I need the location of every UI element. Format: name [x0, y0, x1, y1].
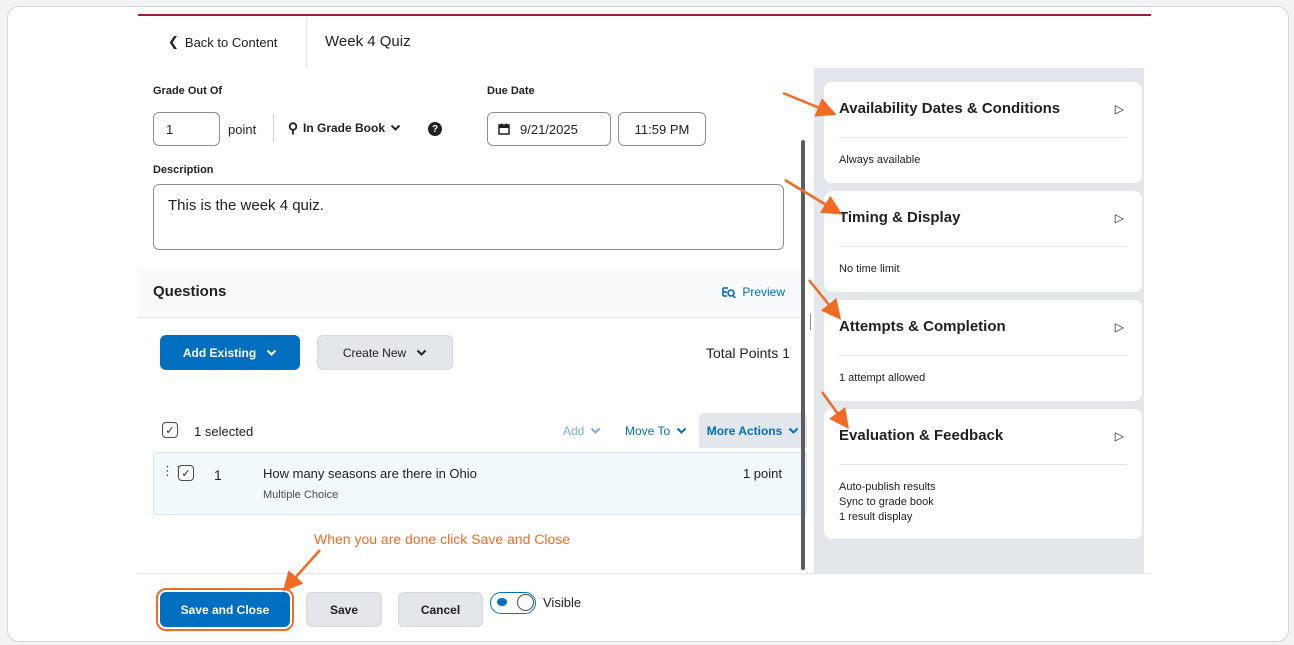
add-action[interactable]: Add [563, 424, 601, 438]
chevron-down-icon [266, 349, 277, 356]
select-all-checkbox[interactable]: ✓ [162, 422, 178, 438]
selected-count: 1 selected [194, 424, 254, 439]
section-divider [138, 317, 800, 318]
preview-label: Preview [742, 285, 785, 299]
save-and-close-label: Save and Close [180, 602, 270, 617]
help-icon[interactable]: ? [428, 122, 442, 136]
add-existing-label: Add Existing [182, 345, 257, 360]
card-summary: Always available [839, 153, 920, 168]
card-summary: No time limit [839, 262, 900, 277]
due-date-label: Due Date [487, 85, 535, 97]
card-summary-line: Sync to grade book [839, 496, 934, 508]
questions-title: Questions [153, 283, 227, 300]
preview-link[interactable]: Preview [722, 285, 785, 299]
card-summary-line: Auto-publish results [839, 481, 936, 493]
expand-arrow-icon[interactable]: ▷ [1115, 102, 1124, 116]
pin-icon [288, 121, 298, 134]
description-label: Description [153, 164, 214, 176]
card-summary: Auto-publish results Sync to grade book … [839, 480, 936, 525]
header: ❮ Back to Content Week 4 Quiz [138, 16, 1151, 68]
chevron-down-icon [390, 124, 401, 131]
annotation-text: When you are done click Save and Close [314, 531, 571, 547]
scrollbar-thumb[interactable] [801, 140, 805, 570]
question-number: 1 [214, 467, 222, 483]
description-textarea[interactable]: This is the week 4 quiz. [153, 184, 784, 250]
availability-card[interactable]: Availability Dates & Conditions ▷ Always… [824, 82, 1142, 183]
gradebook-dropdown[interactable]: In Grade Book [288, 121, 401, 135]
move-to-action[interactable]: Move To [625, 424, 687, 438]
chevron-down-icon [676, 427, 687, 434]
card-divider [839, 246, 1127, 247]
attempts-card[interactable]: Attempts & Completion ▷ 1 attempt allowe… [824, 300, 1142, 401]
card-summary-line: 1 result display [839, 511, 913, 523]
expand-arrow-icon[interactable]: ▷ [1115, 429, 1124, 443]
quiz-editor-main: Grade Out Of 1 point In Grade Book ? Due… [138, 68, 807, 573]
chevron-left-icon: ❮ [168, 34, 179, 49]
card-title: Availability Dates & Conditions [839, 100, 1061, 117]
visible-label: Visible [543, 595, 582, 610]
chevron-down-icon [591, 427, 601, 434]
gradebook-label: In Grade Book [303, 121, 386, 135]
question-type: Multiple Choice [263, 489, 339, 501]
calendar-icon [498, 123, 510, 135]
create-new-button[interactable]: Create New [317, 335, 453, 370]
eye-icon [497, 598, 507, 606]
card-title: Attempts & Completion [839, 318, 1006, 335]
expand-arrow-icon[interactable]: ▷ [1115, 211, 1124, 225]
card-summary-line: Always available [839, 154, 921, 166]
move-to-label: Move To [625, 424, 671, 438]
timing-card[interactable]: Timing & Display ▷ No time limit [824, 191, 1142, 292]
expand-arrow-icon[interactable]: ▷ [1115, 320, 1124, 334]
grade-input[interactable]: 1 [153, 112, 220, 146]
total-points: Total Points 1 [705, 345, 790, 361]
save-and-close-button[interactable]: Save and Close [156, 588, 294, 631]
footer-divider [138, 573, 1151, 574]
question-points: 1 point [742, 466, 782, 481]
card-divider [839, 464, 1127, 465]
question-checkbox[interactable]: ✓ [178, 465, 194, 481]
due-date-input[interactable]: 9/21/2025 [487, 112, 611, 146]
chevron-down-icon [789, 427, 799, 434]
evaluation-card[interactable]: Evaluation & Feedback ▷ Auto-publish res… [824, 409, 1142, 539]
back-to-content-link[interactable]: ❮ Back to Content [168, 34, 277, 50]
card-divider [839, 355, 1127, 356]
card-summary-line: No time limit [839, 263, 900, 275]
create-new-label: Create New [342, 345, 407, 360]
more-actions-label: More Actions [706, 423, 783, 438]
cancel-label: Cancel [420, 602, 461, 617]
card-divider [839, 137, 1127, 138]
add-existing-button[interactable]: Add Existing [160, 335, 300, 370]
question-row[interactable]: ⋮⋮ ✓ 1 How many seasons are there in Ohi… [153, 452, 807, 515]
card-summary: 1 attempt allowed [839, 371, 925, 386]
grade-separator [273, 114, 274, 142]
add-action-label: Add [563, 424, 585, 438]
question-text[interactable]: How many seasons are there in Ohio [263, 466, 477, 481]
cancel-button[interactable]: Cancel [398, 592, 483, 627]
preview-icon [722, 286, 737, 299]
visibility-toggle[interactable] [490, 592, 536, 614]
grade-unit: point [228, 122, 257, 137]
due-date-value: 9/21/2025 [520, 121, 578, 137]
card-summary-line: 1 attempt allowed [839, 372, 926, 384]
grade-label: Grade Out Of [153, 85, 223, 97]
page-title: Week 4 Quiz [325, 33, 411, 50]
back-label: Back to Content [184, 34, 278, 50]
settings-sidebar: Availability Dates & Conditions ▷ Always… [814, 68, 1144, 573]
card-title: Timing & Display [839, 209, 961, 226]
grade-value: 1 [166, 121, 174, 137]
chevron-down-icon [416, 349, 427, 356]
save-button[interactable]: Save [306, 592, 382, 627]
more-actions-button[interactable]: More Actions [699, 413, 807, 448]
toggle-knob [517, 594, 534, 611]
card-title: Evaluation & Feedback [839, 427, 1004, 444]
questions-header: Questions Preview [138, 267, 800, 317]
header-divider [306, 16, 307, 68]
save-label: Save [329, 602, 359, 617]
due-time-value: 11:59 PM [634, 121, 690, 137]
due-time-input[interactable]: 11:59 PM [618, 112, 706, 146]
